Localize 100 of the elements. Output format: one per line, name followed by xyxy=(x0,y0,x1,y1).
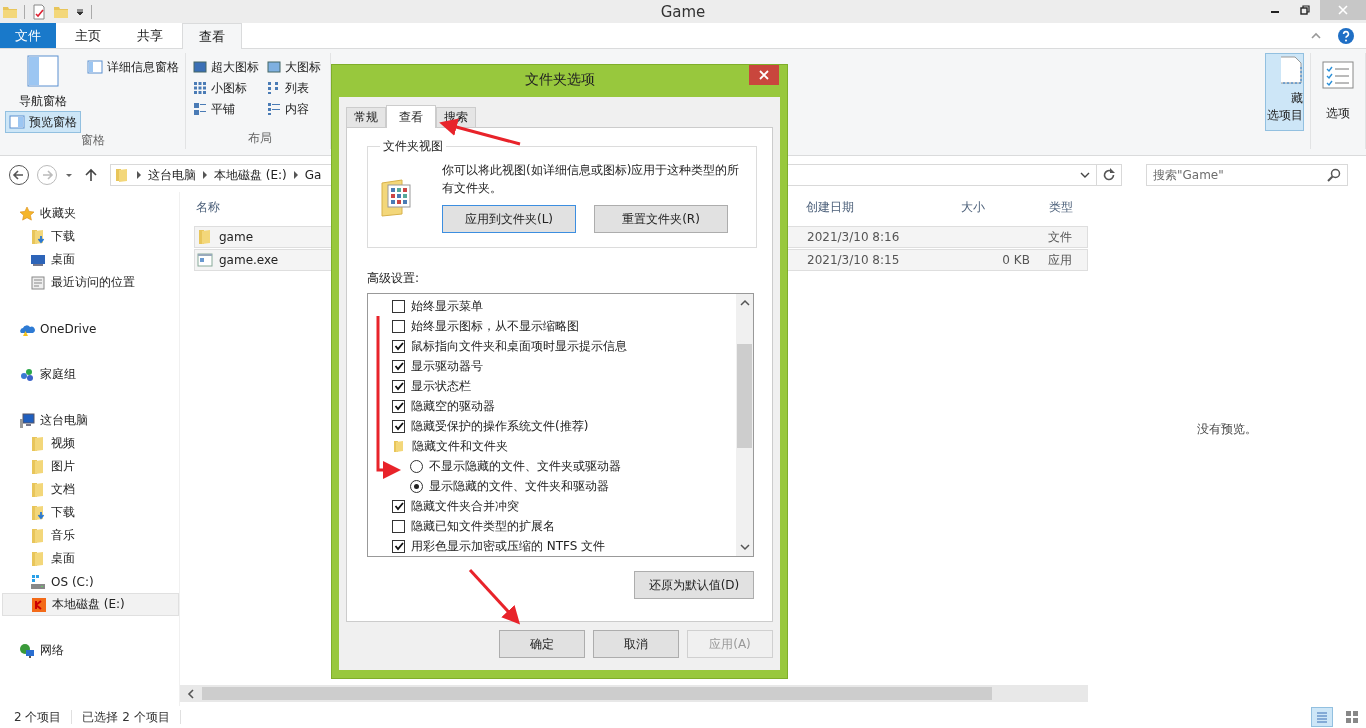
details-pane-button[interactable]: 详细信息窗格 xyxy=(84,57,182,77)
file-size: 0 KB xyxy=(1002,253,1030,267)
search-field[interactable]: 搜索"Game" xyxy=(1146,164,1348,186)
navigation-item[interactable]: 桌面 xyxy=(0,248,179,271)
list-icon xyxy=(267,81,281,95)
checkbox[interactable] xyxy=(392,499,405,513)
ribbon-tab[interactable]: 共享 xyxy=(120,23,180,48)
apply-to-folders-button[interactable]: 应用到文件夹(L) xyxy=(442,205,576,233)
dialog-title: 文件夹选项 xyxy=(524,71,595,89)
ribbon-tab[interactable]: 查看 xyxy=(182,23,242,49)
navigation-item[interactable]: 下载 xyxy=(0,225,179,248)
radio-button[interactable] xyxy=(410,479,423,493)
status-text: 已选择 2 个项目 xyxy=(82,708,170,726)
help-icon[interactable] xyxy=(1338,27,1354,44)
checkbox[interactable] xyxy=(392,539,405,553)
layout-option[interactable]: 大图标 xyxy=(264,57,330,77)
restore-defaults-button[interactable]: 还原为默认值(D) xyxy=(634,571,754,599)
setting-label: 始终显示菜单 xyxy=(411,297,483,315)
layout-option[interactable]: 超大图标 xyxy=(190,57,264,77)
navigation-item[interactable]: 本地磁盘 (E:) xyxy=(2,593,179,616)
checkbox[interactable] xyxy=(392,519,405,533)
scroll-up-icon[interactable] xyxy=(739,298,750,308)
ribbon-tab[interactable]: 主页 xyxy=(58,23,118,48)
created-date: 2021/3/10 8:15 xyxy=(807,253,901,267)
scroll-down-icon[interactable] xyxy=(739,542,750,552)
status-text: 2 个项目 xyxy=(14,708,62,726)
navigation-item[interactable]: 收藏夹 xyxy=(0,202,179,225)
checkbox[interactable] xyxy=(392,319,405,333)
close-icon xyxy=(759,70,769,80)
file-type: 文件 xyxy=(1046,228,1073,246)
vertical-scrollbar[interactable] xyxy=(736,294,753,556)
folder-icon xyxy=(392,439,406,453)
navigation-item[interactable]: OneDrive xyxy=(0,317,179,340)
setting-label: 隐藏受保护的操作系统文件(推荐) xyxy=(411,417,589,435)
navigation-pane-button[interactable]: 导航窗格 xyxy=(6,53,80,112)
checkbox[interactable] xyxy=(392,359,405,373)
chevron-icon[interactable] xyxy=(136,171,142,179)
properties-icon[interactable] xyxy=(31,3,47,20)
back-button[interactable] xyxy=(8,164,30,186)
navigation-item[interactable]: 音乐 xyxy=(0,524,179,547)
options-button[interactable]: 选项 xyxy=(1320,57,1356,124)
navigation-item[interactable]: 最近访问的位置 xyxy=(0,271,179,294)
hide-selected-items-button[interactable]: 藏 选项目 xyxy=(1265,53,1304,131)
navigation-item[interactable]: OS (C:) xyxy=(0,570,179,593)
horizontal-scrollbar[interactable] xyxy=(180,685,1088,702)
preview-pane-button[interactable]: 预览窗格 xyxy=(6,112,80,132)
chevron-icon[interactable] xyxy=(202,171,208,179)
navigation-item[interactable]: 桌面 xyxy=(0,547,179,570)
radio-button[interactable] xyxy=(410,459,423,473)
dialog-button[interactable]: 确定 xyxy=(499,630,585,658)
chevron-icon[interactable] xyxy=(292,171,299,179)
column-header[interactable]: 类型 xyxy=(1034,198,1088,216)
navigation-item[interactable]: 网络 xyxy=(0,639,179,662)
breadcrumb[interactable]: 本地磁盘 (E:) xyxy=(214,166,287,184)
column-header[interactable]: 创建日期 xyxy=(806,198,959,216)
navigation-item[interactable]: 文档 xyxy=(0,478,179,501)
setting-label: 鼠标指向文件夹和桌面项时显示提示信息 xyxy=(411,337,627,355)
checkbox[interactable] xyxy=(392,339,405,353)
setting-label: 始终显示图标，从不显示缩略图 xyxy=(411,317,579,335)
navigation-item[interactable]: 下载 xyxy=(0,501,179,524)
navigation-item[interactable]: 图片 xyxy=(0,455,179,478)
dialog-tab[interactable]: 查看 xyxy=(386,105,436,128)
layout-option[interactable]: 小图标 xyxy=(190,78,264,98)
close-icon xyxy=(1338,5,1348,15)
navigation-item[interactable]: 视频 xyxy=(0,432,179,455)
column-header[interactable]: 大小 xyxy=(958,198,1035,216)
dropdown-icon[interactable] xyxy=(1080,170,1090,180)
file-type: 应用 xyxy=(1046,251,1073,269)
layout-option[interactable]: 内容 xyxy=(264,99,330,119)
dialog-tab[interactable]: 常规 xyxy=(346,107,386,127)
breadcrumb[interactable]: Ga xyxy=(304,168,322,182)
caret-icon[interactable] xyxy=(75,6,85,17)
navigation-item[interactable]: 这台电脑 xyxy=(0,409,179,432)
checkbox[interactable] xyxy=(392,419,405,433)
navigation-item[interactable]: 家庭组 xyxy=(0,363,179,386)
setting-label: 显示驱动器号 xyxy=(411,357,483,375)
checkbox[interactable] xyxy=(392,379,405,393)
checkbox[interactable] xyxy=(392,299,405,313)
refresh-button[interactable] xyxy=(1096,164,1122,186)
scroll-left-icon[interactable] xyxy=(186,688,196,699)
file-tab[interactable]: 文件 xyxy=(0,23,56,48)
layout-option[interactable]: 列表 xyxy=(264,78,330,98)
download-folder-icon xyxy=(30,228,46,245)
reset-folders-button[interactable]: 重置文件夹(R) xyxy=(594,205,728,233)
checkbox[interactable] xyxy=(392,399,405,413)
layout-option[interactable]: 平铺 xyxy=(190,99,264,119)
up-arrow-icon[interactable] xyxy=(84,168,98,182)
folder-icon xyxy=(30,435,46,452)
setting-label: 隐藏已知文件类型的扩展名 xyxy=(411,517,555,535)
close-button[interactable] xyxy=(749,65,779,85)
list-icon xyxy=(1315,710,1329,724)
pane-layout-icon xyxy=(27,55,59,87)
group-label: 布局 xyxy=(247,130,273,147)
dialog-button[interactable]: 取消 xyxy=(593,630,679,658)
checklist-icon xyxy=(1322,59,1354,91)
restore-icon xyxy=(1300,5,1310,15)
folder-icon xyxy=(30,527,46,544)
setting-label: 隐藏空的驱动器 xyxy=(411,397,495,415)
breadcrumb[interactable]: 这台电脑 xyxy=(148,166,196,184)
setting-label: 显示状态栏 xyxy=(411,377,471,395)
